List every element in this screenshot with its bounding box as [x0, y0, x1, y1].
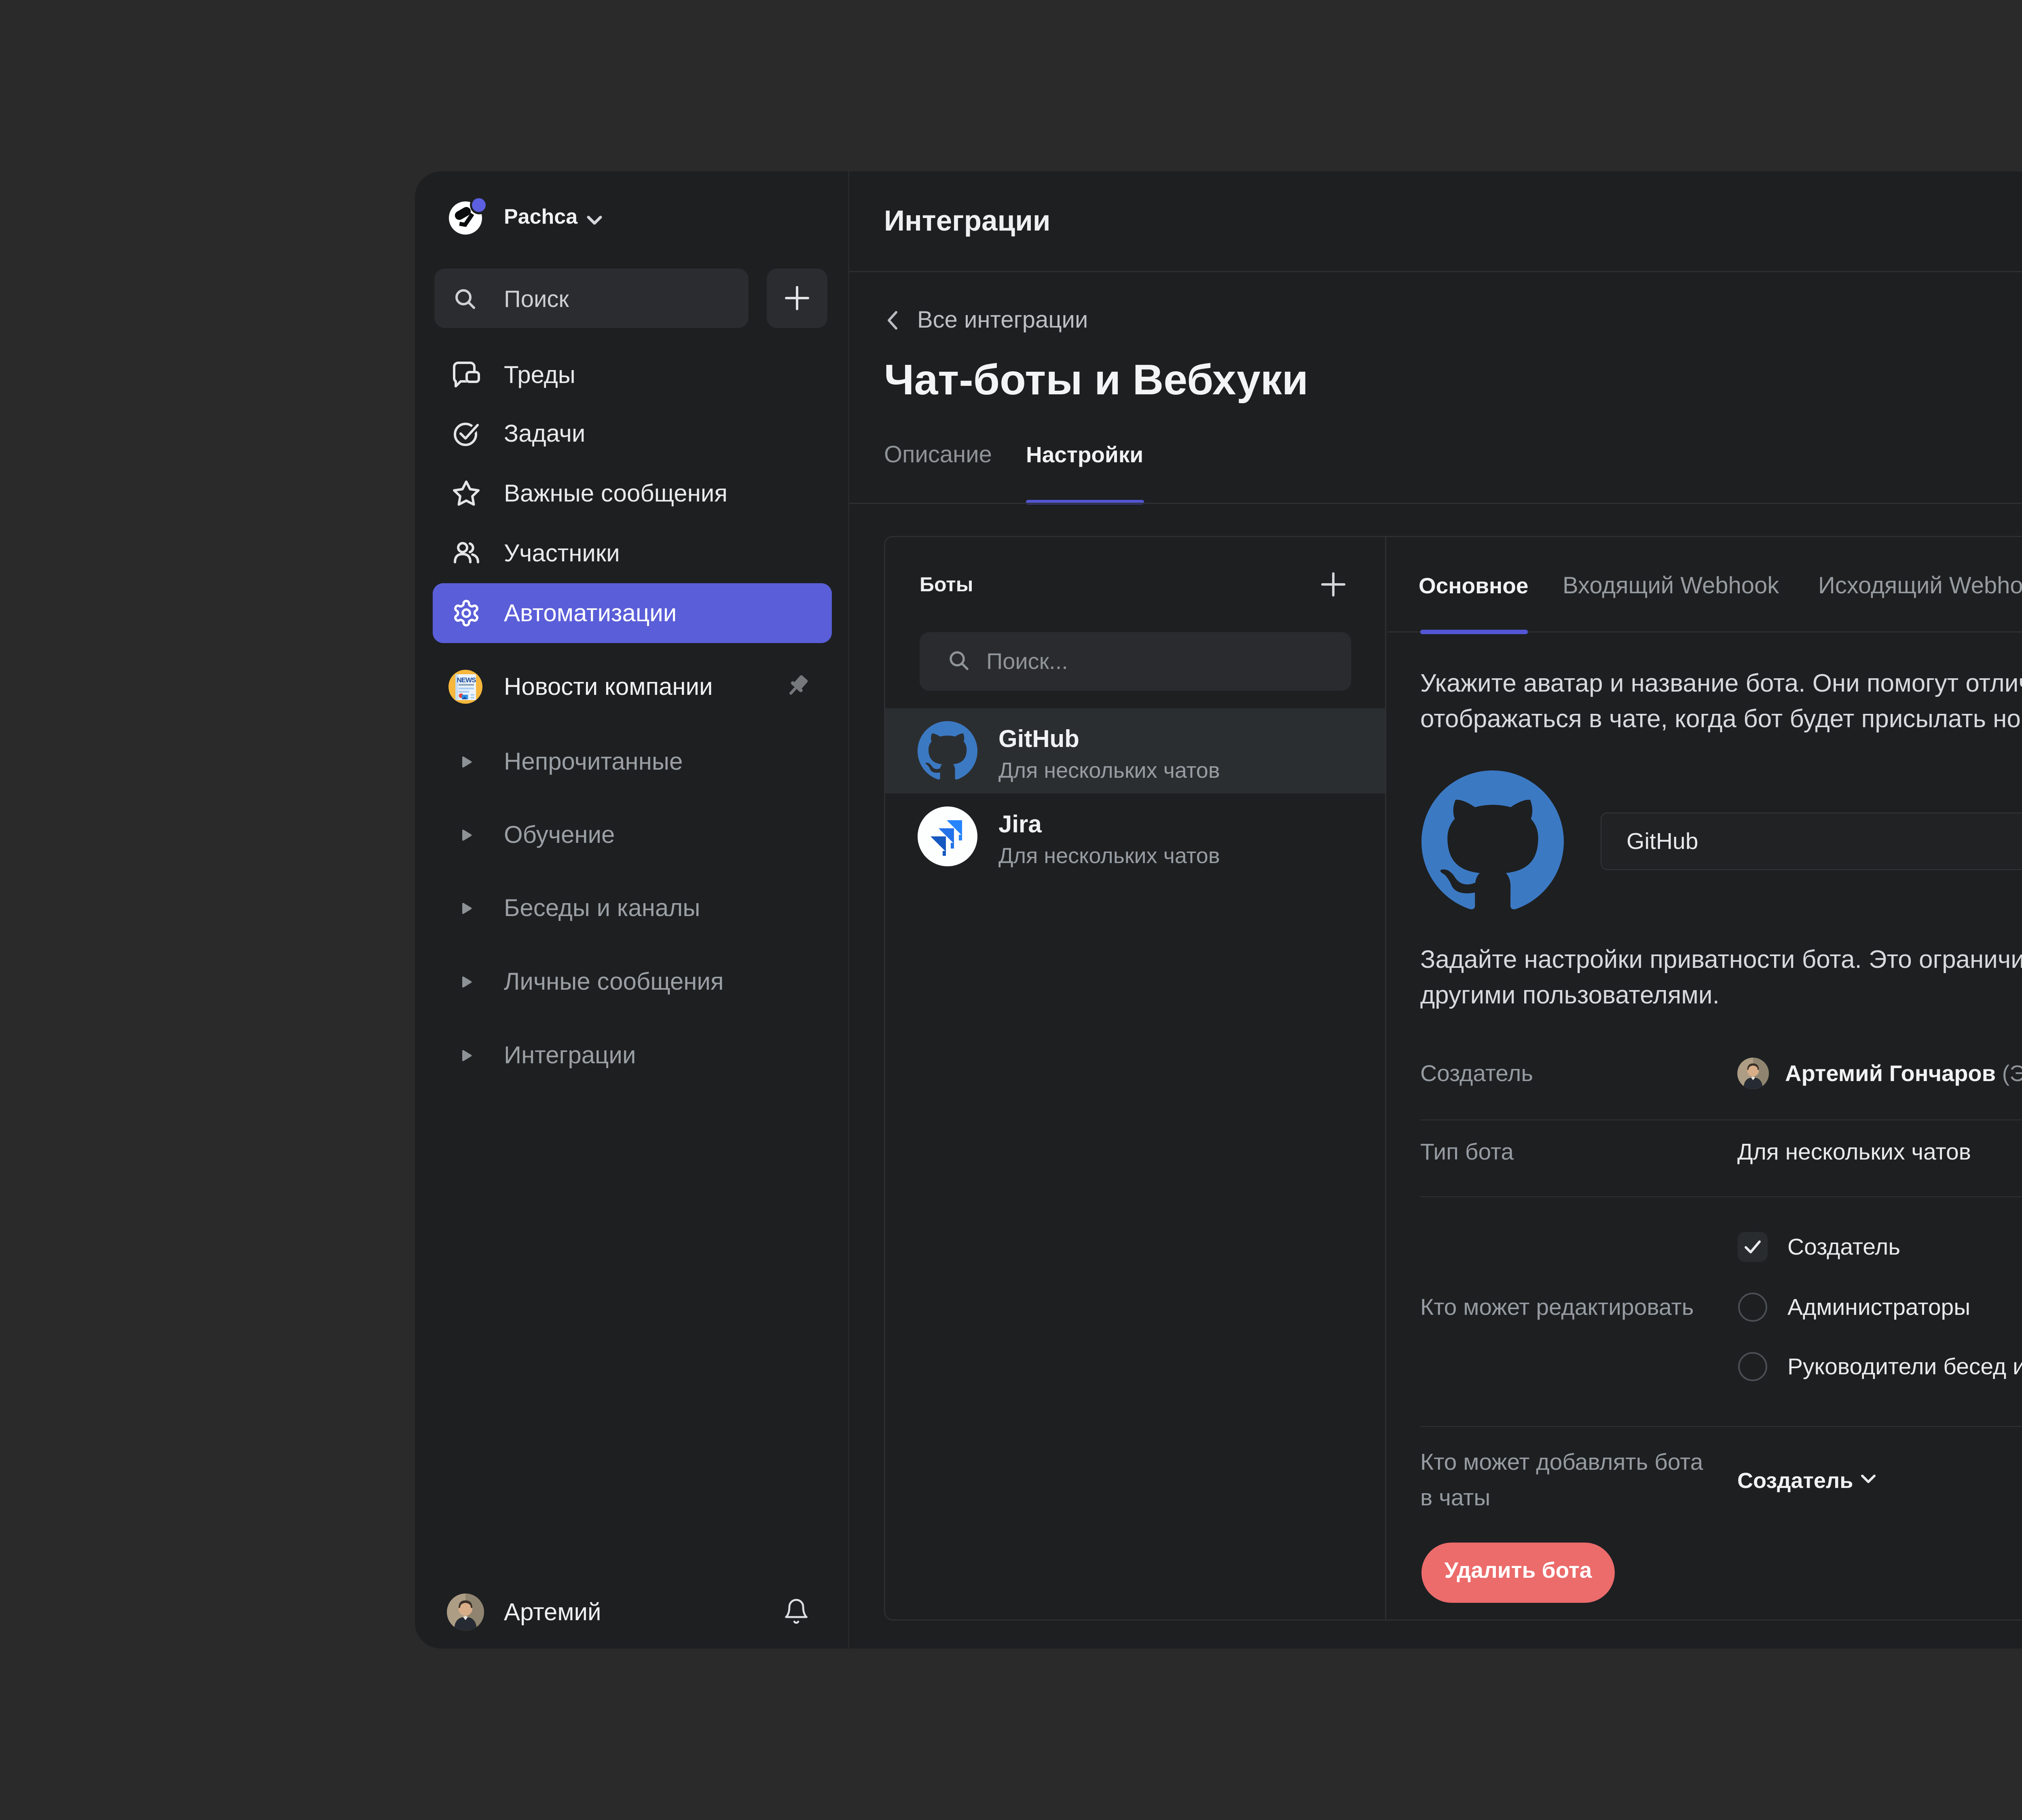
svg-text:NEWS: NEWS — [457, 676, 476, 684]
